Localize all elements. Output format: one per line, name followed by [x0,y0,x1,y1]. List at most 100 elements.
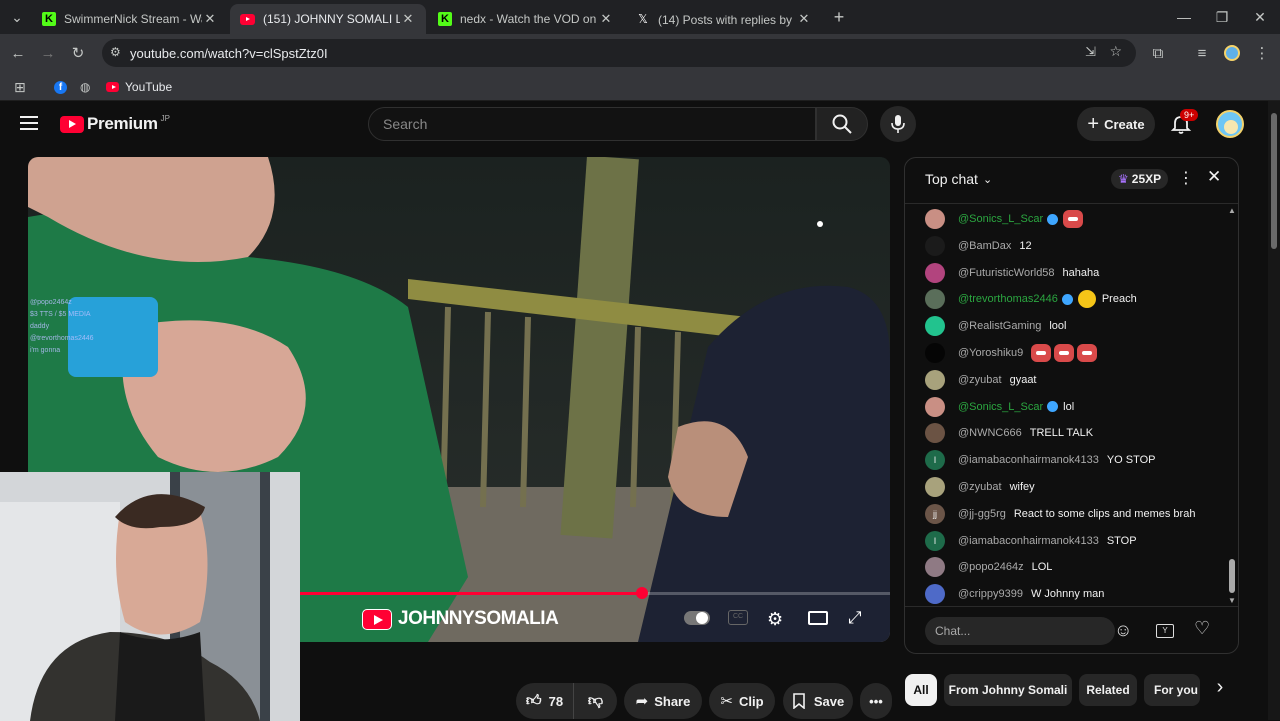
reload-icon[interactable]: ↻ [68,43,88,63]
share-button[interactable]: ➦ Share [624,683,702,719]
chat-message[interactable]: I @iamabaconhairmanok4133 YO STOP [925,450,1156,471]
create-button[interactable]: + Create [1077,107,1155,141]
close-tab-icon[interactable]: ✕ [202,11,218,27]
chat-scrollbar-thumb[interactable] [1229,559,1235,593]
chat-avatar[interactable] [925,369,945,390]
hamburger-menu-icon[interactable] [20,114,40,132]
emoji-icon[interactable]: ☺ [1114,620,1132,641]
chat-more-icon[interactable]: ⋮ [1178,168,1194,188]
chat-author[interactable]: @Yoroshiku9 [958,347,1023,359]
browser-tab-2[interactable]: (151) JOHNNY SOMALI LIVE FR ✕ [230,4,426,34]
page-scrollbar[interactable] [1268,101,1280,720]
chat-avatar[interactable] [925,289,945,310]
chip-for-you[interactable]: For you [1144,674,1200,706]
super-chat-icon[interactable]: Y [1156,624,1174,638]
chat-avatar[interactable] [925,396,945,417]
fullscreen-icon[interactable]: ⤢ [848,608,862,628]
chat-avatar[interactable]: I [925,450,945,471]
clip-button[interactable]: ✂ Clip [709,683,775,719]
chat-message[interactable]: @Sonics_L_Scar [925,209,1086,229]
chat-author[interactable]: @crippy9399 [958,588,1023,600]
chat-message[interactable]: @Yoroshiku9 [925,343,1100,363]
chat-author[interactable]: @trevorthomas2446 [958,293,1058,305]
youtube-premium-logo[interactable]: Premium JP [60,114,170,134]
chat-message[interactable]: @FuturisticWorld58 hahaha [925,262,1099,283]
chat-avatar[interactable] [925,423,945,444]
chat-avatar[interactable] [925,343,945,363]
chat-author[interactable]: @BamDax [958,240,1011,252]
chip-all[interactable]: All [905,674,937,706]
dislike-button[interactable]: 👎︎ [573,683,617,719]
xp-badge[interactable]: ♛ 25XP [1111,169,1169,189]
chip-from-channel[interactable]: From Johnny Somali [944,674,1072,706]
browser-tab-4[interactable]: 𝕏 (14) Posts with replies by ジョニ ✕ [626,4,822,34]
search-button[interactable] [816,107,868,141]
scroll-up-icon[interactable]: ▲ [1228,206,1236,215]
chat-message[interactable]: @Sonics_L_Scar lol [925,396,1074,417]
chat-author[interactable]: @iamabaconhairmanok4133 [958,454,1099,466]
close-tab-icon[interactable]: ✕ [796,11,812,27]
chip-related[interactable]: Related [1079,674,1137,706]
chat-message[interactable]: @RealistGaming lool [925,316,1066,337]
globe-icon[interactable]: ◍ [80,78,90,96]
chat-avatar[interactable] [925,477,945,497]
close-tab-icon[interactable]: ✕ [598,11,614,27]
chat-author[interactable]: @NWNC666 [958,427,1022,439]
chat-message[interactable]: @trevorthomas2446 Preach [925,289,1137,310]
minimize-icon[interactable]: — [1165,0,1203,34]
notifications-button[interactable]: 9+ [1170,109,1199,135]
search-input[interactable]: Search [368,107,816,141]
account-avatar[interactable] [1216,110,1244,138]
chat-author[interactable]: @zyubat [958,481,1002,493]
theater-mode-icon[interactable] [808,611,828,625]
chat-author[interactable]: @RealistGaming [958,320,1041,332]
autoplay-toggle[interactable] [684,611,710,625]
chat-author[interactable]: @popo2464z [958,561,1024,573]
like-button[interactable]: 👍︎ 78 [516,683,573,719]
restore-icon[interactable]: ❐ [1203,0,1241,34]
install-icon[interactable]: ⇲ [1085,44,1096,60]
chat-author[interactable]: @iamabaconhairmanok4133 [958,535,1099,547]
chat-message[interactable]: I @iamabaconhairmanok4133 STOP [925,530,1137,551]
facebook-bookmark[interactable]: f [54,78,67,96]
chat-message[interactable]: @popo2464z LOL [925,557,1052,578]
address-bar[interactable]: ⚙ youtube.com/watch?v=clSpstZtz0I ⇲ ☆ [102,39,1136,67]
chat-avatar[interactable] [925,557,945,578]
chat-avatar[interactable] [925,316,945,337]
chat-message[interactable]: jj @jj-gg5rg React to some clips and memes… [925,503,1195,524]
forward-icon[interactable]: → [38,43,58,63]
heart-icon[interactable]: ♡ [1194,618,1210,639]
site-info-icon[interactable]: ⚙ [110,45,121,59]
page-scrollbar-thumb[interactable] [1271,113,1277,249]
browser-tab-1[interactable]: K SwimmerNick Stream - Watch l ✕ [32,4,228,34]
chat-avatar[interactable]: jj [925,503,945,524]
apps-grid-icon[interactable]: ⊞ [14,78,26,96]
tab-search-icon[interactable]: ⌄ [0,0,34,34]
extensions-icon[interactable]: ⧉ [1148,43,1168,63]
chat-avatar[interactable] [925,584,945,605]
chat-message[interactable]: @crippy9399 W Johnny man [925,584,1104,605]
chat-author[interactable]: @Sonics_L_Scar [958,213,1043,225]
window-close-icon[interactable]: ✕ [1241,0,1279,34]
chevron-right-icon[interactable]: › [1208,676,1232,704]
media-icon[interactable]: ≡ [1192,43,1212,63]
bookmark-star-icon[interactable]: ☆ [1109,43,1122,60]
chat-author[interactable]: @FuturisticWorld58 [958,267,1055,279]
new-tab-icon[interactable]: + [824,0,854,34]
browser-tab-3[interactable]: K nedx - Watch the VOD on Kick ✕ [428,4,624,34]
chat-avatar[interactable] [925,235,945,256]
chat-message[interactable]: @NWNC666 TRELL TALK [925,423,1093,444]
captions-icon[interactable]: CC [728,610,748,625]
progress-bar[interactable] [300,587,890,599]
chat-message[interactable]: @BamDax 12 [925,235,1032,256]
chat-author[interactable]: @zyubat [958,374,1002,386]
profile-avatar[interactable] [1222,43,1242,63]
scroll-down-icon[interactable]: ▼ [1228,596,1236,605]
close-tab-icon[interactable]: ✕ [400,11,416,27]
back-icon[interactable]: ← [8,43,28,63]
chat-avatar[interactable] [925,262,945,283]
more-actions-button[interactable]: ••• [860,683,892,719]
youtube-bookmark[interactable]: YouTube [106,78,172,96]
chat-avatar[interactable] [925,209,945,229]
voice-search-button[interactable] [880,106,916,142]
